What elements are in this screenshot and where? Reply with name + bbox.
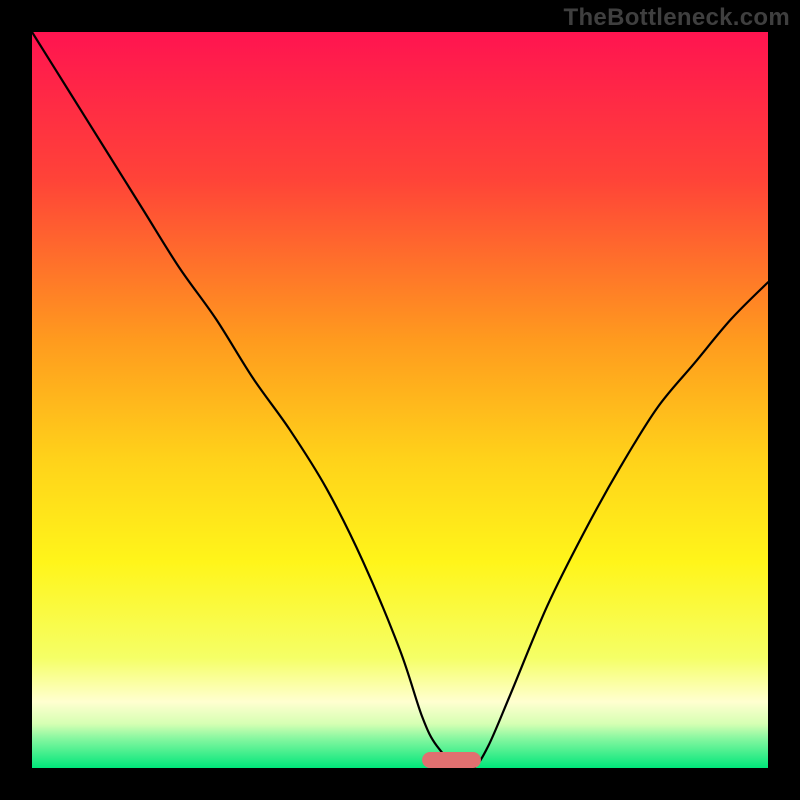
chart-frame: TheBottleneck.com bbox=[0, 0, 800, 800]
plot-area bbox=[32, 32, 768, 768]
watermark-label: TheBottleneck.com bbox=[564, 4, 790, 32]
gradient-background bbox=[32, 32, 768, 768]
optimal-range-marker bbox=[422, 752, 481, 768]
chart-svg bbox=[32, 32, 768, 768]
